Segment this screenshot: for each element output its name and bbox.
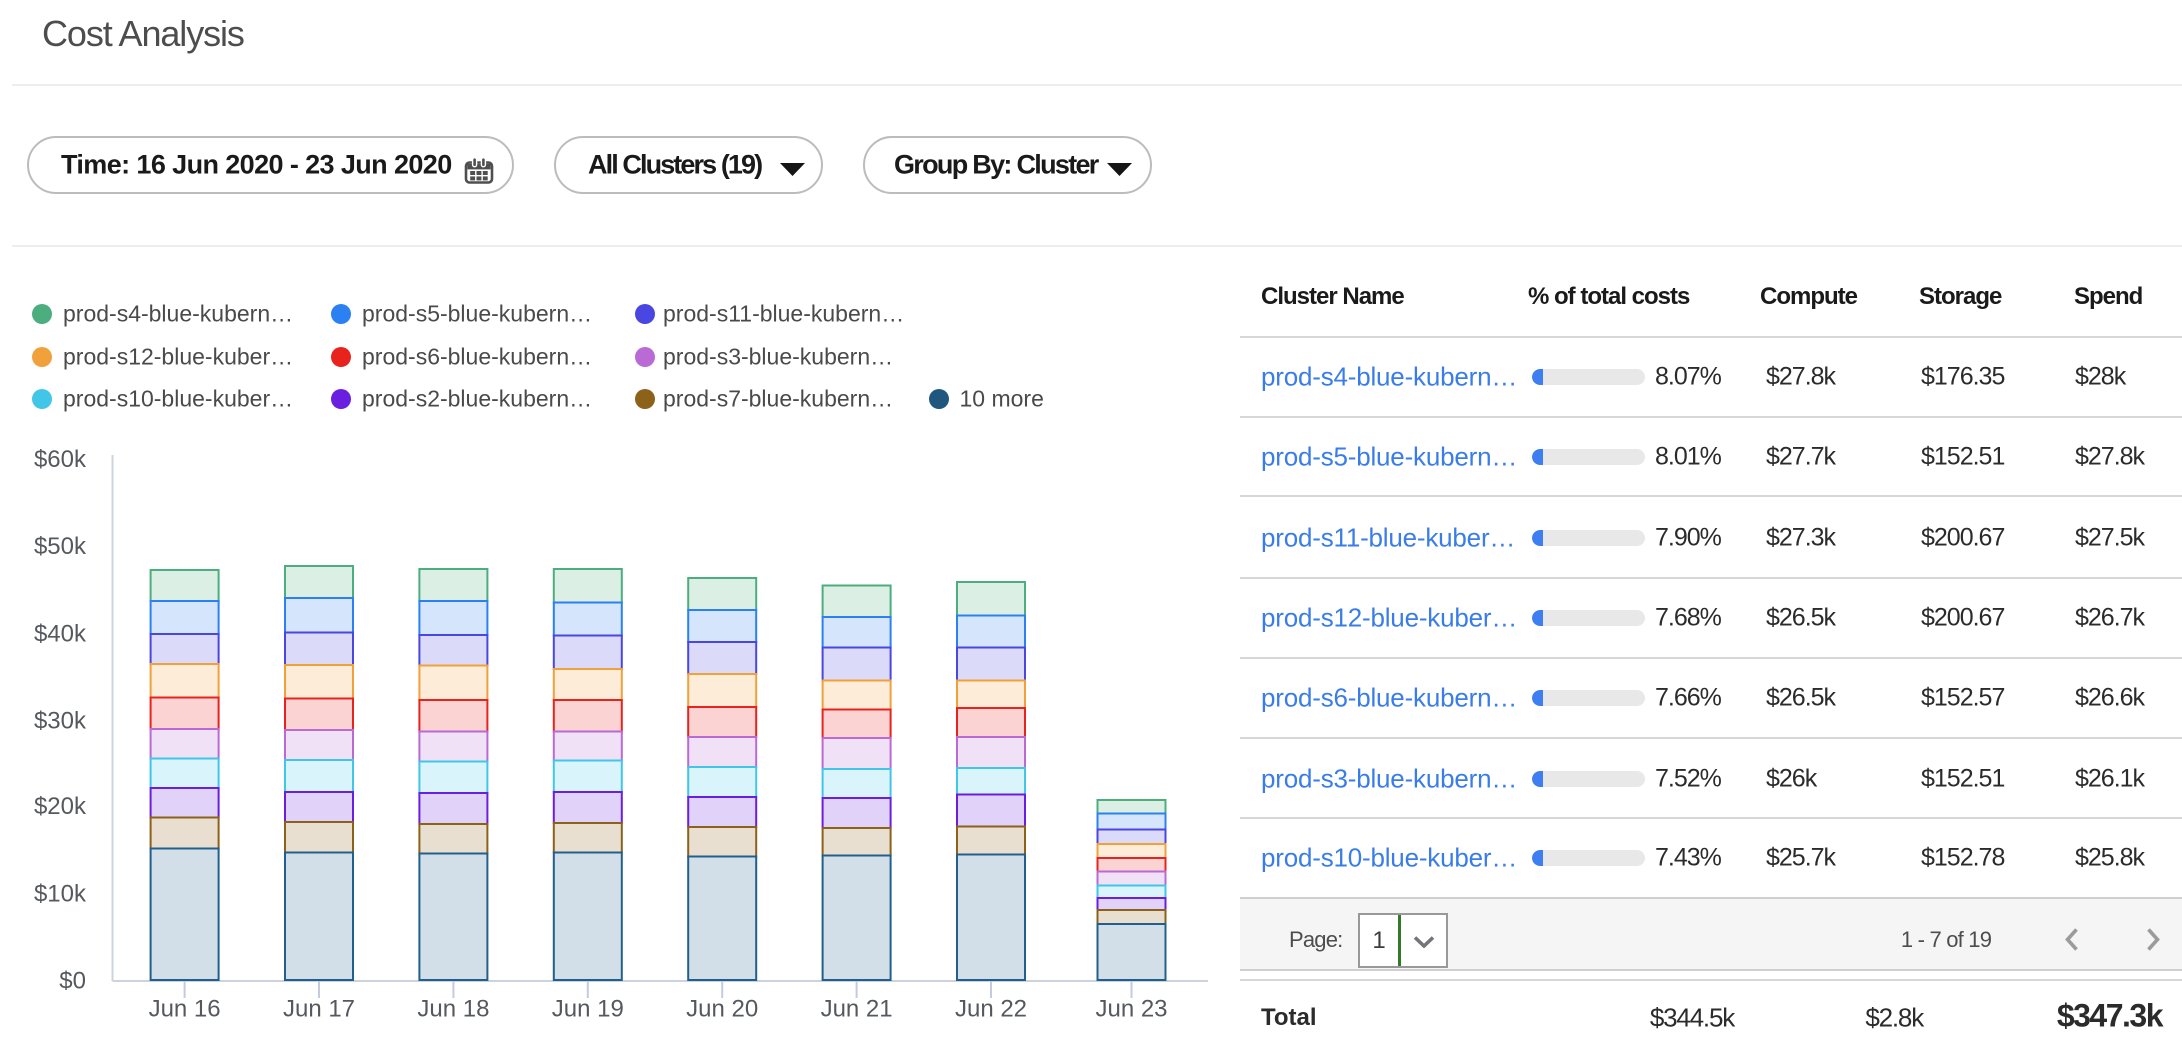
svg-text:$40k: $40k [34,621,87,648]
svg-text:Jun 18: Jun 18 [417,996,489,1023]
svg-text:$30k: $30k [34,707,87,734]
svg-text:$10k: $10k [34,881,87,908]
svg-text:Jun 20: Jun 20 [686,996,758,1023]
svg-text:Jun 17: Jun 17 [283,996,355,1023]
svg-text:Jun 19: Jun 19 [552,996,624,1023]
svg-text:Jun 23: Jun 23 [1095,996,1167,1023]
svg-text:Jun 21: Jun 21 [821,996,893,1023]
svg-text:$20k: $20k [34,793,87,820]
svg-text:$60k: $60k [34,446,87,473]
svg-text:Jun 22: Jun 22 [955,996,1027,1023]
svg-text:Jun 16: Jun 16 [149,996,221,1023]
svg-text:$0: $0 [59,968,86,995]
svg-text:$50k: $50k [34,533,87,560]
